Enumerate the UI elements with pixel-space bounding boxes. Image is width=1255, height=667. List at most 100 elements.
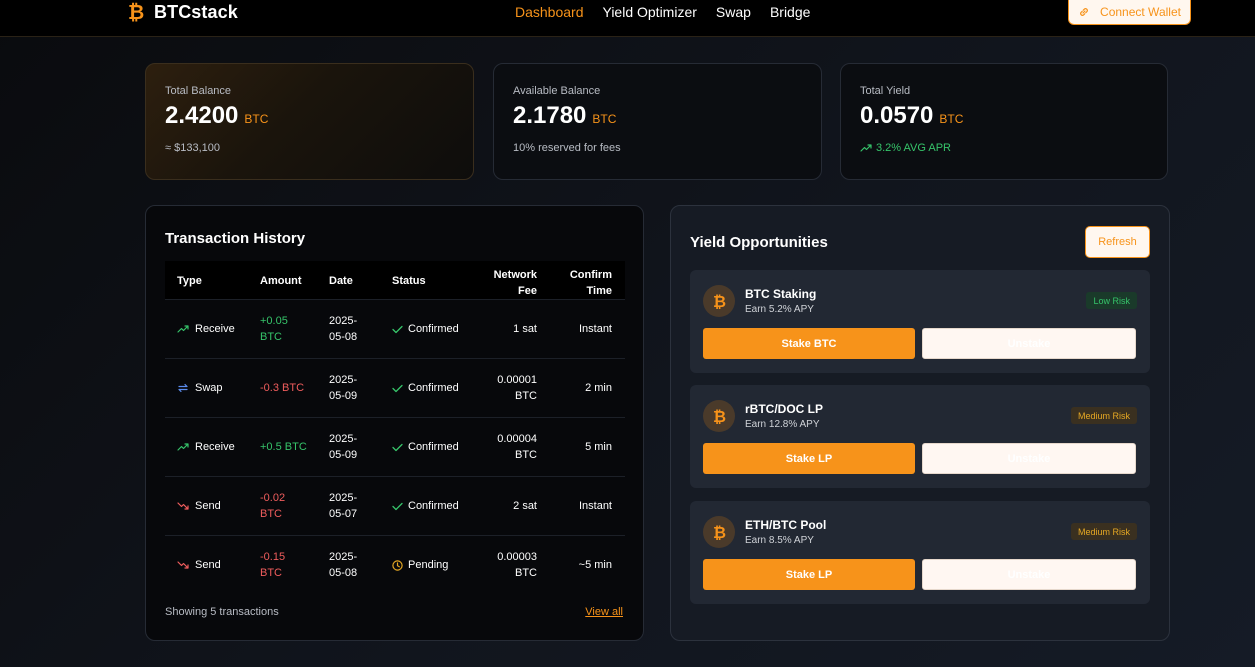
stat-value: 2.4200 [165, 102, 239, 129]
trending-up-icon [177, 325, 189, 333]
type-cell: Receive [177, 321, 235, 337]
time-cell: Instant [578, 323, 612, 335]
type-label: Receive [195, 323, 235, 335]
status-cell: Confirmed [392, 321, 459, 337]
nav-yield-optimizer[interactable]: Yield Optimizer [603, 4, 697, 20]
connect-wallet-button[interactable]: Connect Wallet [1068, 0, 1191, 25]
table-row[interactable]: Send -0.02 BTC 2025- 05-07 Confirmed 2 s… [165, 477, 625, 536]
type-cell: Send [177, 498, 221, 514]
table-row[interactable]: Receive +0.05 BTC 2025- 05-08 Confirmed … [165, 300, 625, 359]
view-all-link[interactable]: View all [585, 606, 623, 618]
date-l2: 05-09 [329, 390, 358, 402]
panel-title: Transaction History [165, 230, 306, 247]
col-time-l2: Time [586, 285, 612, 297]
stat-label: Total Yield [860, 85, 911, 97]
avg-apr: 3.2% AVG APR [876, 142, 952, 154]
status-label: Pending [408, 559, 449, 571]
status-label: Confirmed [408, 382, 459, 394]
amount-l1: -0.15 [260, 551, 286, 563]
unstake-button[interactable]: Unstake [922, 559, 1136, 590]
main-nav: Dashboard Yield Optimizer Swap Bridge [515, 4, 829, 20]
date-l1: 2025- [329, 492, 358, 504]
nav-dashboard[interactable]: Dashboard [515, 4, 584, 20]
status-label: Confirmed [408, 500, 459, 512]
unstake-button[interactable]: Unstake [922, 443, 1136, 474]
link-icon [1080, 8, 1088, 16]
date-l1: 2025- [329, 374, 358, 386]
col-fee-l1: Network [493, 269, 537, 281]
status-cell: Confirmed [392, 380, 459, 396]
stake-button[interactable]: Stake LP [703, 443, 915, 474]
svg-text:₿: ₿ [713, 292, 726, 310]
amount-cell: +0.5 BTC [260, 439, 307, 455]
check-icon [392, 384, 403, 392]
status-label: Confirmed [408, 323, 459, 335]
trending-down-icon [177, 561, 189, 569]
total-yield-card: Total Yield 0.0570 BTC 3.2% AVG APR [840, 63, 1168, 180]
opportunity-name: rBTC/DOC LP [745, 402, 823, 416]
risk-badge: Medium Risk [1070, 523, 1137, 540]
fee-l1: 0.00001 [497, 374, 537, 386]
opportunity-apy: Earn 8.5% APY [745, 535, 814, 546]
trending-up-icon [860, 144, 872, 152]
amount-cell: -0.02 BTC [260, 490, 285, 522]
date-l2: 05-08 [329, 567, 358, 579]
amount-l1: -0.02 [260, 492, 286, 504]
stat-label: Total Balance [165, 85, 232, 97]
nav-bridge[interactable]: Bridge [770, 4, 810, 20]
nav-swap[interactable]: Swap [716, 4, 751, 20]
table-row[interactable]: Receive +0.5 BTC 2025- 05-09 Confirmed 0… [165, 418, 625, 477]
col-type: Type [177, 275, 202, 287]
stat-unit: BTC [592, 112, 617, 126]
trending-down-icon [177, 502, 189, 510]
date-cell: 2025- 05-07 [329, 490, 357, 522]
col-network-fee: Network Fee [494, 267, 537, 299]
fee-l2: BTC [515, 449, 537, 461]
stake-button[interactable]: Stake LP [703, 559, 915, 590]
risk-badge: Low Risk [1086, 292, 1137, 309]
date-cell: 2025- 05-09 [329, 431, 357, 463]
type-label: Swap [195, 382, 223, 394]
brand-name: BTCstack [154, 1, 238, 22]
bitcoin-icon: ₿ [703, 516, 735, 548]
amount-l2: BTC [260, 508, 282, 520]
status-cell: Confirmed [392, 439, 459, 455]
col-amount: Amount [260, 275, 302, 287]
bitcoin-icon: ₿ [703, 400, 735, 432]
available-balance-card: Available Balance 2.1780 BTC 10% reserve… [493, 63, 822, 180]
date-cell: 2025- 05-08 [329, 549, 357, 581]
transactions-table: Type Amount Date Status Network Fee Conf… [165, 261, 625, 595]
date-l1: 2025- [329, 551, 358, 563]
opportunity-card-eth-btc-pool: ₿ ETH/BTC Pool Earn 8.5% APY Medium Risk… [690, 501, 1150, 604]
fee-cell: 0.00004 BTC [497, 431, 537, 463]
trending-up-icon [177, 443, 189, 451]
time-cell: 5 min [585, 441, 612, 453]
opportunity-apy: Earn 12.8% APY [745, 419, 820, 430]
date-l2: 05-09 [329, 449, 358, 461]
date-l1: 2025- [329, 315, 358, 327]
opportunity-card-rbtc-doc-lp: ₿ rBTC/DOC LP Earn 12.8% APY Medium Risk… [690, 385, 1150, 488]
transaction-history-panel: Transaction History Type Amount Date Sta… [145, 205, 644, 641]
svg-text:₿: ₿ [713, 407, 726, 425]
amount-cell: +0.05 BTC [260, 313, 288, 345]
status-cell: Pending [392, 557, 448, 573]
yield-opportunities-panel: Yield Opportunities Refresh ₿ BTC Stakin… [670, 205, 1170, 641]
table-row[interactable]: Send -0.15 BTC 2025- 05-08 Pending 0.000… [165, 536, 625, 595]
type-label: Receive [195, 441, 235, 453]
brand[interactable]: ₿ BTCstack [126, 1, 238, 23]
unstake-button[interactable]: Unstake [922, 328, 1136, 359]
refresh-button[interactable]: Refresh [1085, 226, 1150, 258]
time-cell: 2 min [585, 382, 612, 394]
amount-l2: BTC [260, 567, 282, 579]
date-l1: 2025- [329, 433, 358, 445]
stat-value: 0.0570 [860, 102, 934, 129]
amount-cell: -0.15 BTC [260, 549, 285, 581]
table-row[interactable]: Swap -0.3 BTC 2025- 05-09 Confirmed 0.00… [165, 359, 625, 418]
stat-sub: 10% reserved for fees [513, 142, 621, 154]
opportunity-name: BTC Staking [745, 287, 817, 301]
stake-button[interactable]: Stake BTC [703, 328, 915, 359]
type-label: Send [195, 559, 221, 571]
fee-l1: 1 sat [513, 323, 537, 335]
table-header: Type Amount Date Status Network Fee Conf… [165, 261, 625, 300]
time-cell: Instant [578, 500, 612, 512]
